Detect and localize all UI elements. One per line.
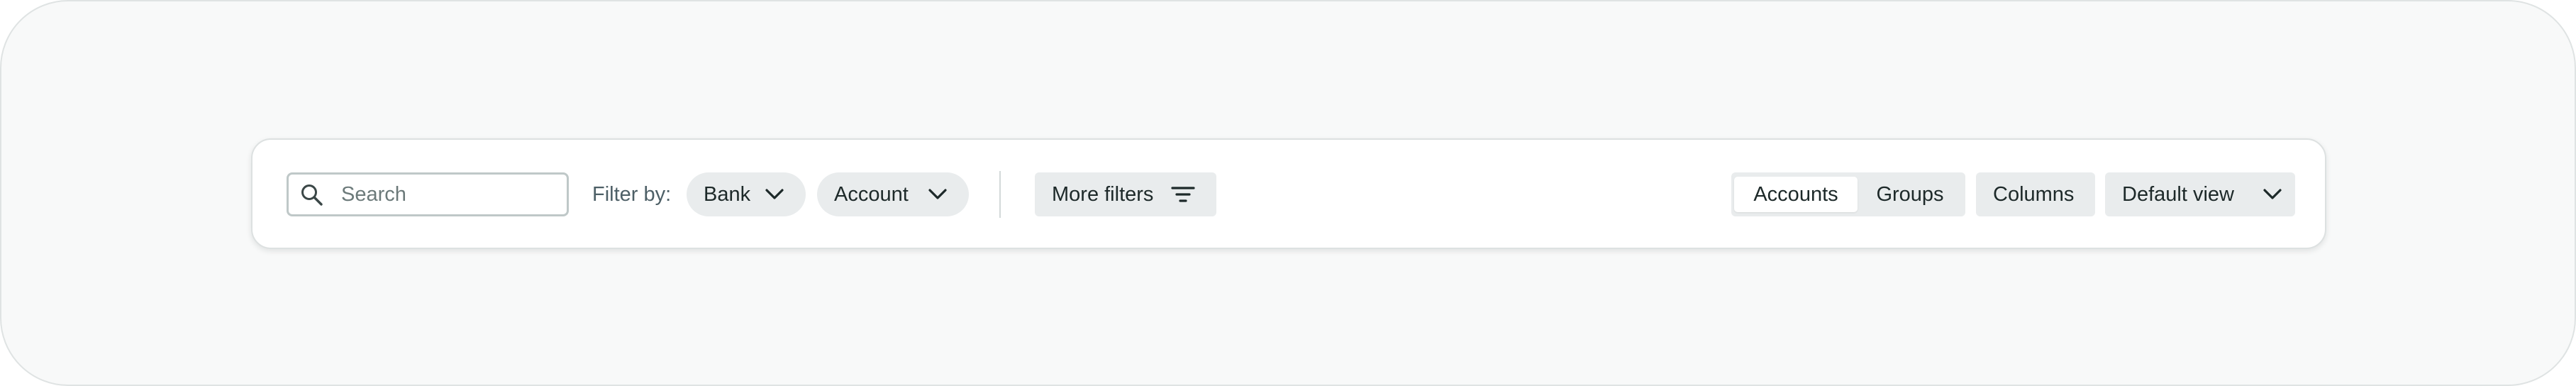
filter-lines-icon [1171, 187, 1195, 202]
groups-toggle-label: Groups [1876, 182, 1944, 206]
search-input[interactable] [341, 175, 554, 214]
bank-filter-button[interactable]: Bank [687, 172, 806, 216]
chevron-down-icon [2263, 189, 2282, 199]
chevron-down-icon [928, 189, 947, 199]
filter-by-label: Filter by: [592, 183, 672, 206]
account-filter-label: Account [834, 182, 909, 206]
default-view-select[interactable]: Default view [2105, 172, 2295, 216]
chevron-down-icon [765, 189, 784, 199]
search-box[interactable] [287, 172, 569, 216]
accounts-toggle-button[interactable]: Accounts [1734, 177, 1858, 212]
columns-button[interactable]: Columns [1976, 172, 2095, 216]
app-background: Filter by: Bank Account More filters [0, 0, 2576, 386]
filter-toolbar: Filter by: Bank Account More filters [251, 138, 2326, 249]
search-icon [301, 184, 323, 206]
account-filter-button[interactable]: Account [817, 172, 969, 216]
view-toggle: Accounts Groups [1731, 172, 1965, 216]
accounts-toggle-label: Accounts [1753, 182, 1838, 206]
toolbar-divider [999, 171, 1001, 218]
default-view-label: Default view [2122, 182, 2234, 206]
more-filters-button[interactable]: More filters [1035, 172, 1216, 216]
more-filters-label: More filters [1052, 182, 1154, 206]
columns-label: Columns [1993, 182, 2075, 206]
bank-filter-label: Bank [704, 182, 751, 206]
groups-toggle-button[interactable]: Groups [1859, 177, 1961, 212]
